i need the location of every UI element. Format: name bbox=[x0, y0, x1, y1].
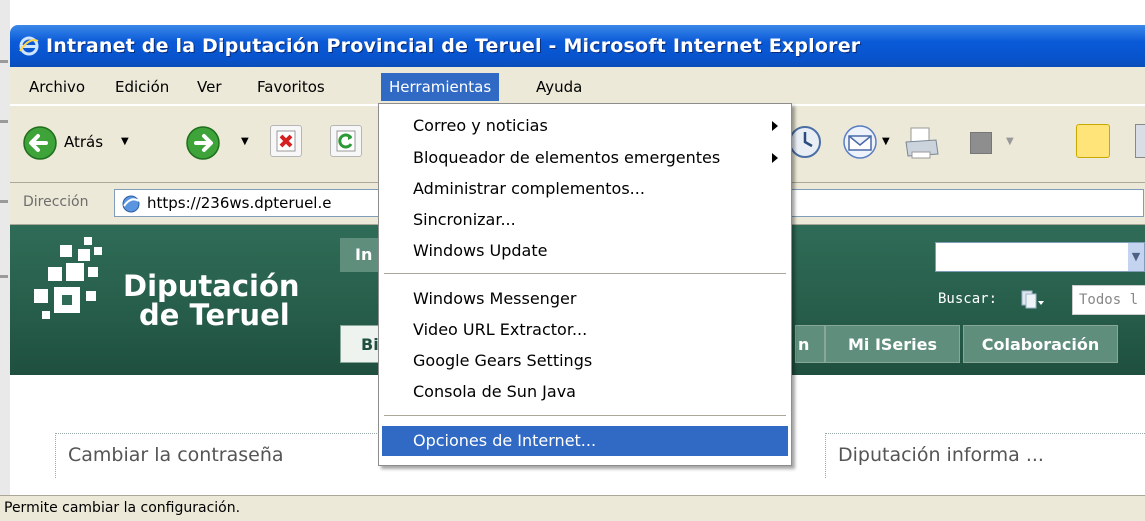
search-label: Buscar: bbox=[938, 291, 998, 307]
menu-item-google-gears[interactable]: Google Gears Settings bbox=[382, 346, 788, 376]
menu-item-bloqueador[interactable]: Bloqueador de elementos emergentes bbox=[382, 143, 788, 173]
refresh-icon bbox=[336, 130, 356, 152]
chevron-down-icon: ▼ bbox=[1128, 243, 1144, 271]
tab-hidden-partial[interactable]: n bbox=[795, 325, 825, 363]
chevron-down-icon: ▼ bbox=[121, 136, 129, 147]
search-select[interactable]: ▼ bbox=[935, 242, 1145, 272]
logo-text-line2: de Teruel bbox=[139, 298, 290, 332]
refresh-button[interactable] bbox=[330, 125, 362, 157]
menu-favoritos[interactable]: Favoritos bbox=[249, 73, 333, 101]
status-text: Permite cambiar la configuración. bbox=[4, 500, 241, 516]
status-bar: Permite cambiar la configuración. bbox=[0, 495, 1145, 521]
address-label: Dirección bbox=[23, 194, 89, 210]
back-label: Atrás bbox=[64, 133, 104, 151]
submenu-arrow-icon bbox=[772, 121, 778, 131]
menu-item-video-url-extractor[interactable]: Video URL Extractor... bbox=[382, 315, 788, 345]
stop-icon bbox=[276, 130, 296, 152]
background-window-edge bbox=[0, 0, 10, 495]
menu-herramientas[interactable]: Herramientas bbox=[381, 73, 500, 101]
menu-item-opciones-internet[interactable]: Opciones de Internet... bbox=[382, 426, 788, 456]
address-url: https://236ws.dpteruel.e bbox=[147, 194, 332, 212]
menu-item-sincronizar[interactable]: Sincronizar... bbox=[382, 205, 788, 235]
menu-ver[interactable]: Ver bbox=[189, 73, 230, 101]
notes-icon[interactable] bbox=[1076, 124, 1110, 158]
menu-separator bbox=[384, 415, 786, 417]
menu-archivo[interactable]: Archivo bbox=[21, 73, 93, 101]
menu-item-windows-messenger[interactable]: Windows Messenger bbox=[382, 284, 788, 314]
forward-button[interactable]: ▼ bbox=[175, 122, 255, 166]
chevron-down-icon[interactable]: ▼ bbox=[882, 136, 890, 147]
back-button[interactable]: Atrás ▼ bbox=[22, 122, 134, 166]
menu-item-windows-update[interactable]: Windows Update bbox=[382, 236, 788, 266]
page-icon bbox=[122, 195, 140, 213]
chevron-down-icon[interactable]: ▼ bbox=[1006, 136, 1014, 147]
edit-icon[interactable] bbox=[970, 132, 992, 154]
window-title: Intranet de la Diputación Provincial de … bbox=[46, 35, 861, 57]
tab-mi-iseries[interactable]: Mi ISeries bbox=[825, 325, 960, 363]
forward-arrow-icon bbox=[186, 126, 220, 160]
menu-item-administrar-complementos[interactable]: Administrar complementos... bbox=[382, 174, 788, 204]
search-scope-input[interactable]: Todos l bbox=[1072, 285, 1145, 315]
menu-edicion[interactable]: Edición bbox=[107, 73, 177, 101]
stop-button[interactable] bbox=[270, 125, 302, 157]
diputacion-logo-icon bbox=[34, 237, 102, 319]
tools-dropdown-menu: Correo y noticias Bloqueador de elemento… bbox=[378, 103, 792, 466]
section-change-password: Cambiar la contraseña bbox=[55, 433, 385, 478]
search-scope-icon[interactable] bbox=[1020, 289, 1046, 311]
chevron-down-icon: ▼ bbox=[241, 136, 249, 147]
tab-colaboracion[interactable]: Colaboración bbox=[963, 325, 1118, 363]
menu-ayuda[interactable]: Ayuda bbox=[528, 73, 590, 101]
ie-logo-icon bbox=[19, 36, 39, 56]
back-arrow-icon bbox=[23, 126, 57, 160]
menu-bar: Archivo Edición Ver Favoritos Herramient… bbox=[10, 67, 1145, 105]
section-title-diputacion-informa: Diputación informa ... bbox=[838, 444, 1044, 466]
mail-icon[interactable] bbox=[840, 122, 880, 162]
history-icon[interactable] bbox=[787, 124, 823, 160]
window-titlebar[interactable]: Intranet de la Diputación Provincial de … bbox=[10, 25, 1145, 67]
print-icon[interactable] bbox=[902, 124, 942, 162]
submenu-arrow-icon bbox=[772, 153, 778, 163]
section-diputacion-informa: Diputación informa ... bbox=[825, 433, 1145, 478]
messenger-icon[interactable] bbox=[1135, 124, 1145, 158]
menu-item-consola-sun-java[interactable]: Consola de Sun Java bbox=[382, 377, 788, 407]
section-title-change-password[interactable]: Cambiar la contraseña bbox=[68, 444, 284, 466]
menu-item-correo-noticias[interactable]: Correo y noticias bbox=[382, 111, 788, 141]
menu-separator bbox=[384, 273, 786, 275]
